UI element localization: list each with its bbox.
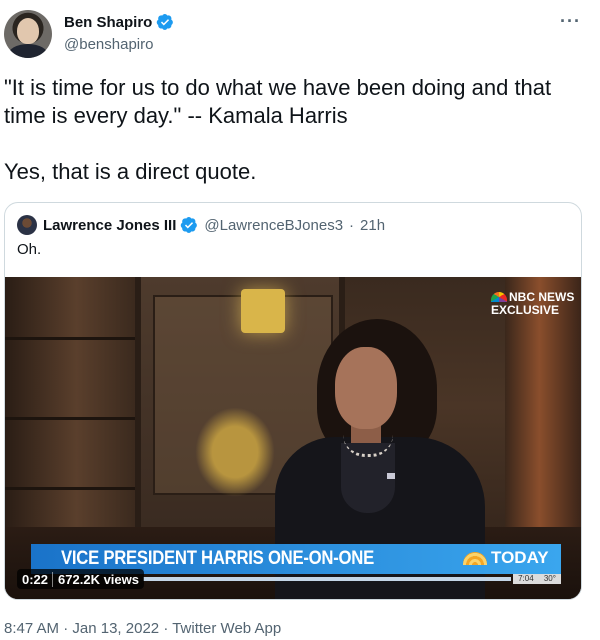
broadcast-clock: 7:04 30° [513, 574, 561, 584]
video-player[interactable]: NBC NEWS EXCLUSIVE VICE PRESIDENT HARRIS… [5, 277, 581, 599]
shelf-divider [5, 487, 135, 490]
speaker-face [335, 347, 397, 429]
quoted-tweet-text: Oh. [17, 241, 42, 258]
nbc-watermark-line1: NBC NEWS [509, 290, 575, 304]
lower-third-title: VICE PRESIDENT HARRIS ONE-ON-ONE [61, 548, 374, 569]
nbc-watermark-line2: EXCLUSIVE [491, 303, 560, 317]
video-view-count: 672.2K views [58, 571, 139, 587]
today-show-logo: TODAY [463, 548, 549, 568]
tweet-paragraph: "It is time for us to do what we have be… [4, 75, 558, 128]
broadcast-time: 7:04 [518, 574, 534, 583]
tweet-time[interactable]: 8:47 AM [4, 620, 59, 637]
nbc-peacock-icon [491, 292, 507, 302]
quoted-author-avatar[interactable] [17, 215, 37, 235]
video-background-statue [195, 407, 275, 497]
video-info-badges: 0:22 672.2K views [17, 569, 144, 589]
author-avatar[interactable] [4, 10, 52, 58]
tweet-text: "It is time for us to do what we have be… [4, 74, 564, 214]
quoted-tweet-age[interactable]: 21h [360, 217, 385, 234]
speaker-flag-pin [387, 473, 395, 479]
shelf-divider [5, 337, 135, 340]
tweet: Ben Shapiro @benshapiro ··· "It is time … [0, 0, 600, 640]
avatar-face [17, 18, 39, 44]
quoted-tweet[interactable]: Lawrence Jones III @LawrenceBJones3 · 21… [4, 202, 582, 600]
tweet-source[interactable]: Twitter Web App [172, 620, 281, 637]
verified-badge-icon [181, 217, 198, 233]
quoted-separator: · [349, 216, 355, 234]
tweet-metadata: 8:47 AM · Jan 13, 2022 · Twitter Web App [4, 620, 281, 637]
video-background-lamp [241, 289, 285, 333]
today-sun-icon [463, 551, 487, 565]
quoted-author-handle: @LawrenceBJones3 [204, 216, 344, 234]
verified-badge-icon [157, 14, 174, 30]
today-logo-text: TODAY [491, 548, 549, 567]
quoted-author-name[interactable]: Lawrence Jones III [43, 217, 176, 234]
author-name-row: Ben Shapiro [64, 13, 174, 31]
more-options-icon[interactable]: ··· [560, 12, 581, 30]
shelf-divider [5, 417, 135, 420]
nbc-news-watermark: NBC NEWS EXCLUSIVE [491, 291, 574, 317]
video-duration: 0:22 [17, 571, 54, 587]
broadcast-temperature: 30° [543, 574, 556, 583]
metadata-separator: · [63, 620, 69, 637]
author-handle[interactable]: @benshapiro [64, 36, 153, 53]
metadata-separator: · [163, 620, 169, 637]
author-display-name[interactable]: Ben Shapiro [64, 14, 152, 31]
avatar-body [8, 44, 48, 58]
tweet-date[interactable]: Jan 13, 2022 [72, 620, 159, 637]
quoted-tweet-header: Lawrence Jones III @LawrenceBJones3 · 21… [17, 215, 385, 235]
lower-third-ticker [143, 577, 511, 581]
tweet-paragraph: Yes, that is a direct quote. [4, 159, 257, 184]
